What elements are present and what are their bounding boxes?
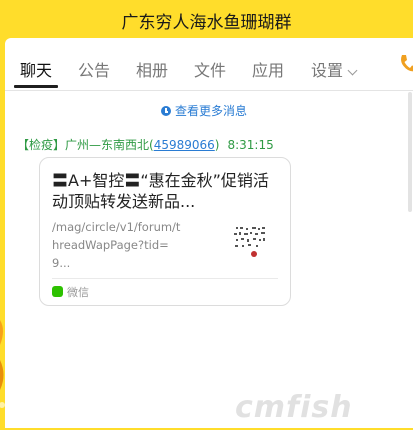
clock-icon <box>161 106 171 116</box>
sender-qq-number[interactable]: 45989066 <box>154 138 215 152</box>
phone-icon[interactable] <box>397 52 413 74</box>
chat-window: 聊天 公告 相册 文件 应用 设置 查看更多消息 【检疫】广州—东南西北(459… <box>5 38 413 428</box>
tab-settings-label: 设置 <box>311 61 344 80</box>
view-more-messages-label: 查看更多消息 <box>175 104 248 118</box>
scrollbar[interactable] <box>408 92 412 212</box>
tab-announcements[interactable]: 公告 <box>78 57 110 81</box>
tab-files[interactable]: 文件 <box>194 57 226 81</box>
tab-chat[interactable]: 聊天 <box>20 57 52 81</box>
wechat-icon <box>52 286 63 297</box>
watermark-logo: cmfish <box>235 390 353 425</box>
message-sender-line: 【检疫】广州—东南西北(45989066) 8:31:15 <box>17 136 274 153</box>
qr-code-thumbnail-icon <box>228 218 274 264</box>
sender-close-paren: ) <box>214 138 220 152</box>
card-title: 〓A+智控〓“惠在金秋”促销活动顶贴转发送新品... <box>52 171 269 211</box>
active-tab-indicator <box>14 85 58 88</box>
sender-name[interactable]: 【检疫】广州—东南西北( <box>17 138 154 152</box>
shared-link-card[interactable]: 〓A+智控〓“惠在金秋”促销活动顶贴转发送新品... /mag/circle/v… <box>39 157 291 306</box>
view-more-messages-link[interactable]: 查看更多消息 <box>161 102 247 119</box>
tab-apps[interactable]: 应用 <box>252 57 284 81</box>
tab-bar: 聊天 公告 相册 文件 应用 设置 <box>5 38 413 91</box>
tab-settings[interactable]: 设置 <box>311 57 358 81</box>
chevron-down-icon <box>347 65 358 76</box>
card-divider <box>52 278 278 279</box>
card-source: 微信 <box>52 284 89 300</box>
card-source-label: 微信 <box>67 286 89 299</box>
message-time: 8:31:15 <box>227 138 274 152</box>
tab-album[interactable]: 相册 <box>136 57 168 81</box>
title-bar: 广东穷人海水鱼珊瑚群 <box>0 0 413 38</box>
card-url: /mag/circle/v1/forum/threadWapPage?tid=9… <box>52 220 181 270</box>
window-title: 广东穷人海水鱼珊瑚群 <box>121 13 292 33</box>
